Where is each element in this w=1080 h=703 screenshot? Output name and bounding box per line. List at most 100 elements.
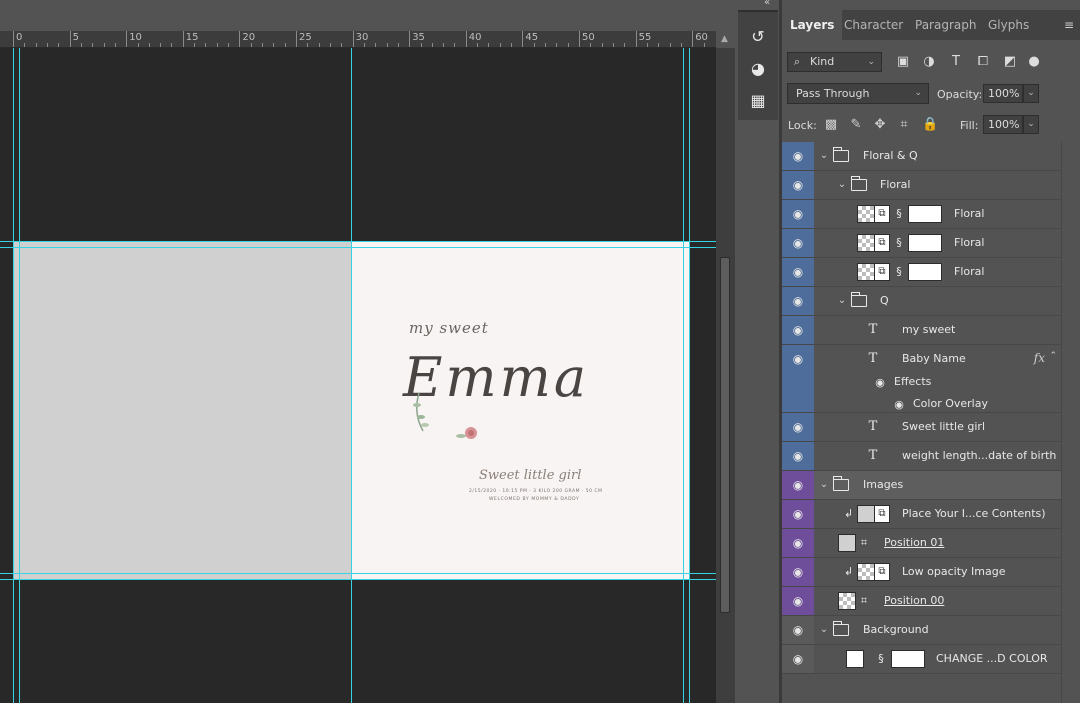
horizontal-guide[interactable] [0,579,716,580]
blend-mode-select[interactable]: Pass Through ⌄ [787,83,929,104]
lock-all-icon[interactable]: 🔒 [922,117,938,133]
layer-mask-thumbnail[interactable] [908,205,942,223]
layer-row-q-group[interactable]: ◉ ⌄ Q [782,287,1061,316]
visibility-eye-icon[interactable]: ◉ [790,478,806,492]
opacity-field[interactable]: 100% [983,84,1023,103]
layer-row-floral-and-q[interactable]: ◉ ⌄ Floral & Q [782,142,1061,171]
lock-transparent-pixels-icon[interactable]: ▩ [823,117,839,133]
effect-eye-icon[interactable]: ◉ [892,399,906,411]
tab-paragraph[interactable]: Paragraph [907,10,984,40]
horizontal-guide[interactable] [0,241,716,242]
tab-character[interactable]: Character [836,10,911,40]
chevron-down-icon[interactable]: ⌄ [818,149,830,163]
color-palette-icon[interactable]: ◕ [747,58,769,80]
layer-row-change-background-color[interactable]: ◉ § CHANGE ...D COLOR [782,645,1061,674]
vertical-guide[interactable] [683,48,684,703]
visibility-eye-icon[interactable]: ◉ [790,207,806,221]
link-icon[interactable]: § [894,235,904,251]
layer-row-my-sweet[interactable]: ◉ T my sweet [782,316,1061,345]
filter-kind-select[interactable]: ⌕ Kind ⌄ [787,52,882,72]
vertical-guide[interactable] [351,48,352,703]
history-icon[interactable]: ↺ [747,26,769,48]
layer-thumbnail[interactable] [857,563,875,581]
layer-thumbnail[interactable] [857,234,875,252]
lock-position-icon[interactable]: ✥ [872,117,888,133]
layers-scrollbar[interactable] [1061,142,1080,703]
visibility-eye-icon[interactable]: ◉ [790,178,806,192]
fill-field[interactable]: 100% [983,115,1023,134]
effect-color-overlay-label[interactable]: Color Overlay [913,397,988,410]
link-icon[interactable]: § [894,206,904,222]
chevron-down-icon[interactable]: ⌄ [818,478,830,492]
horizontal-guide[interactable] [0,573,716,574]
chevron-down-icon[interactable]: ⌄ [818,623,830,637]
scrollbar-thumb[interactable] [720,257,730,613]
filter-smart-object-icon[interactable]: ◩ [1002,54,1018,70]
layer-thumbnail[interactable] [838,592,856,610]
chevron-up-icon[interactable]: ▲ [721,34,728,44]
visibility-eye-icon[interactable]: ◉ [790,352,806,366]
layer-row-floral[interactable]: ◉ ⧉ § Floral [782,229,1061,258]
vertical-guide[interactable] [13,48,14,703]
layer-row-position-00[interactable]: ◉ ⌗ Position 00 [782,587,1061,616]
link-icon[interactable]: § [876,651,886,667]
layer-row-place-your-image[interactable]: ◉ ↲ ⧉ Place Your I...ce Contents) [782,500,1061,529]
visibility-eye-icon[interactable]: ◉ [790,420,806,434]
tab-glyphs[interactable]: Glyphs [980,10,1037,40]
vertical-guide[interactable] [689,48,690,703]
layer-mask-thumbnail[interactable] [891,650,925,668]
tab-layers[interactable]: Layers [782,10,843,40]
opacity-dropdown-icon[interactable]: ⌄ [1023,84,1039,103]
visibility-eye-icon[interactable]: ◉ [790,565,806,579]
visibility-eye-icon[interactable]: ◉ [790,149,806,163]
layer-row-baby-name[interactable]: ◉ T Baby Name fx ⌃ ◉ Effects ◉ Color Ove… [782,345,1061,413]
collapse-panels-icon[interactable]: « [764,0,770,8]
lock-artboard-icon[interactable]: ⌗ [896,117,912,133]
visibility-eye-icon[interactable]: ◉ [790,236,806,250]
chevron-down-icon[interactable]: ⌄ [836,178,848,192]
visibility-eye-icon[interactable]: ◉ [790,265,806,279]
filter-type-icon[interactable]: T [948,54,964,70]
filter-toggle-icon[interactable]: ● [1026,54,1042,70]
grid-table-icon[interactable]: ▦ [747,90,769,112]
layer-row-weight-length[interactable]: ◉ T weight length...date of birth [782,442,1061,471]
layer-thumbnail[interactable] [857,505,875,523]
filter-pixel-icon[interactable]: ▣ [895,54,911,70]
chevron-up-icon[interactable]: ⌃ [1049,351,1057,361]
visibility-eye-icon[interactable]: ◉ [790,594,806,608]
layer-row-low-opacity-image[interactable]: ◉ ↲ ⧉ Low opacity Image [782,558,1061,587]
layer-row-background-group[interactable]: ◉ ⌄ Background [782,616,1061,645]
visibility-eye-icon[interactable]: ◉ [790,536,806,550]
layer-thumbnail[interactable] [838,534,856,552]
layer-row-position-01[interactable]: ◉ ⌗ Position 01 [782,529,1061,558]
layer-thumbnail[interactable] [857,205,875,223]
filter-adjustment-icon[interactable]: ◑ [921,54,937,70]
chevron-down-icon[interactable]: ⌄ [836,294,848,308]
panel-menu-icon[interactable]: ≡ [1064,18,1074,32]
layer-thumbnail[interactable] [857,263,875,281]
horizontal-ruler[interactable]: 0 5 10 15 20 25 30 35 40 45 50 55 60 [0,31,716,48]
layer-row-floral[interactable]: ◉ ⧉ § Floral [782,258,1061,287]
fill-dropdown-icon[interactable]: ⌄ [1023,115,1039,134]
layer-row-sweet-little-girl[interactable]: ◉ T Sweet little girl [782,413,1061,442]
layer-row-floral-group[interactable]: ◉ ⌄ Floral [782,171,1061,200]
layer-row-images-group[interactable]: ◉ ⌄ Images [782,471,1061,500]
vertical-guide[interactable] [19,48,20,703]
fill-layer-thumbnail[interactable] [846,650,864,668]
visibility-eye-icon[interactable]: ◉ [790,323,806,337]
layer-effects-icon[interactable]: fx [1034,351,1045,365]
layer-row-floral[interactable]: ◉ ⧉ § Floral [782,200,1061,229]
visibility-eye-icon[interactable]: ◉ [790,449,806,463]
visibility-eye-icon[interactable]: ◉ [790,507,806,521]
lock-image-pixels-icon[interactable]: ✎ [848,117,864,133]
canvas-vertical-scrollbar[interactable] [716,48,735,703]
document-canvas[interactable]: my sweet Emma Sweet little girl 2/15/202… [0,48,716,703]
visibility-eye-icon[interactable]: ◉ [790,623,806,637]
layer-mask-thumbnail[interactable] [908,263,942,281]
visibility-eye-icon[interactable]: ◉ [790,652,806,666]
link-icon[interactable]: § [894,264,904,280]
horizontal-guide[interactable] [0,247,716,248]
layer-mask-thumbnail[interactable] [908,234,942,252]
filter-shape-icon[interactable]: ⧠ [975,54,991,70]
visibility-eye-icon[interactable]: ◉ [790,294,806,308]
